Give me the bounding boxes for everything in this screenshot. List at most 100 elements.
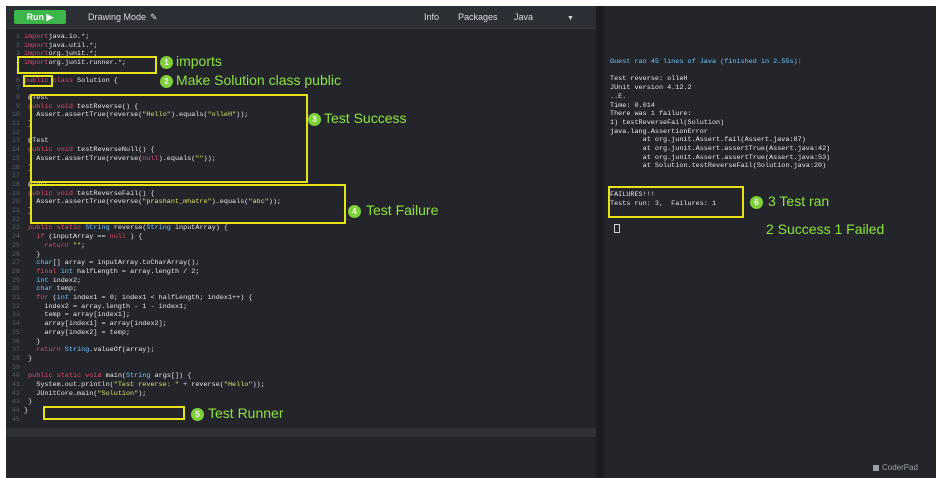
- drawing-mode-button[interactable]: Drawing Mode ✎: [88, 10, 158, 24]
- code-token: String: [60, 346, 90, 355]
- code-token: }: [24, 398, 33, 407]
- code-line[interactable]: }: [24, 251, 40, 259]
- code-line[interactable]: int index2;: [24, 277, 81, 285]
- code-token: Solution {: [72, 76, 118, 85]
- console-line: There was 1 failure:: [610, 110, 692, 119]
- code-token: index2 = array.length - 1 - index1;: [24, 302, 188, 311]
- code-line[interactable]: importjava.util.*;: [24, 42, 97, 50]
- code-line[interactable]: char[] array = inputArray.toCharArray();: [24, 259, 199, 267]
- line-number: 32: [11, 302, 20, 311]
- logo-icon: [872, 464, 879, 471]
- code-line[interactable]: array[index2] = temp;: [24, 329, 130, 337]
- line-number: 9: [15, 102, 20, 111]
- code-token: import: [24, 41, 49, 50]
- code-token: ));: [252, 381, 265, 389]
- code-line[interactable]: index2 = array.length - 1 - index1;: [24, 303, 187, 311]
- line-number: 37: [11, 346, 20, 355]
- language-select[interactable]: Java ▼: [514, 10, 574, 24]
- console-line: Guest ran 45 lines of Java (finished in …: [610, 58, 802, 66]
- line-number: 12: [11, 128, 20, 137]
- code-line[interactable]: return "";: [24, 242, 85, 250]
- line-number: 42: [11, 389, 20, 398]
- console-line: at org.junit.Assert.assertTrue(Assert.ja…: [610, 153, 831, 162]
- code-token: JUnitCore.main(: [24, 389, 98, 398]
- code-token: temp;: [52, 285, 78, 294]
- logo-text: CoderPad: [881, 463, 918, 472]
- code-line[interactable]: public static String reverse(String inpu…: [24, 224, 228, 232]
- code-line[interactable]: System.out.println("Test reverse: " + re…: [24, 381, 265, 389]
- annotation-badge-3: 3: [308, 113, 321, 126]
- code-line[interactable]: }: [24, 407, 28, 415]
- line-number: 26: [11, 250, 20, 259]
- annotation-box-public: [23, 75, 53, 87]
- line-number: 6: [15, 76, 20, 85]
- console-line: java.lang.AssertionError: [610, 127, 708, 136]
- code-line[interactable]: }: [24, 398, 32, 406]
- app-window: Run ▶ Drawing Mode ✎ Info Packages Java ▼ …: [6, 6, 936, 478]
- console-line: Time: 0.014: [610, 101, 655, 110]
- code-token: char: [24, 285, 53, 294]
- code-token: temp = array[index1];: [24, 311, 131, 320]
- code-line[interactable]: public static void main(String args[]) {: [24, 372, 191, 380]
- code-token: index2;: [48, 276, 82, 285]
- line-number: 11: [11, 120, 20, 128]
- line-number: 27: [11, 259, 20, 268]
- line-number: 39: [11, 363, 20, 372]
- code-line[interactable]: final int halfLength = array.length / 2;: [24, 268, 199, 276]
- run-button[interactable]: Run ▶: [14, 10, 66, 24]
- annotation-label-2: Make Solution class public: [176, 72, 341, 88]
- code-line[interactable]: JUnitCore.main("Solution");: [24, 390, 146, 398]
- line-number: 25: [11, 241, 20, 250]
- annotation-box-imports: [17, 56, 157, 74]
- code-line[interactable]: array[index1] = array[index2];: [24, 320, 166, 328]
- line-number: 8: [15, 93, 20, 102]
- line-number: 24: [11, 233, 20, 242]
- line-number: 43: [11, 398, 20, 407]
- line-number: 41: [11, 381, 20, 389]
- code-token: System.out.println(: [24, 381, 114, 389]
- console-line: at org.junit.Assert.fail(Assert.java:87): [610, 136, 806, 145]
- code-token: }: [24, 337, 41, 346]
- line-number: 2: [15, 41, 20, 50]
- line-number: 29: [11, 276, 20, 285]
- code-token: int: [56, 267, 73, 276]
- info-tab[interactable]: Info: [424, 10, 439, 24]
- packages-tab[interactable]: Packages: [458, 10, 498, 24]
- line-number: 15: [11, 154, 20, 163]
- code-line[interactable]: temp = array[index1];: [24, 311, 130, 319]
- line-number: 33: [11, 311, 20, 320]
- code-token: null: [109, 233, 126, 242]
- code-token: ;: [81, 241, 86, 250]
- code-token: args[]) {: [150, 372, 192, 381]
- line-number: 10: [11, 111, 20, 120]
- code-line[interactable]: }: [24, 355, 32, 363]
- line-number: 23: [11, 224, 20, 233]
- code-line[interactable]: return String.valueOf(array);: [24, 346, 154, 355]
- line-number: 40: [11, 372, 20, 381]
- line-number: 30: [11, 285, 20, 294]
- code-token: String: [126, 372, 151, 381]
- code-token: public: [24, 224, 53, 233]
- line-number: 31: [11, 294, 20, 302]
- line-number: 18: [11, 180, 20, 189]
- code-line[interactable]: for (int index1 = 0; index1 < halfLength…: [24, 294, 252, 302]
- code-line[interactable]: char temp;: [24, 285, 77, 293]
- line-number: 14: [11, 146, 20, 155]
- code-token: "Test reverse: ": [113, 381, 179, 389]
- code-line[interactable]: importjava.io.*;: [24, 33, 89, 41]
- code-token: void: [81, 372, 102, 381]
- annotation-badge-1: 1: [160, 56, 173, 69]
- line-number: 44: [11, 407, 20, 416]
- code-token: (: [48, 294, 57, 302]
- pane-divider[interactable]: [596, 6, 604, 478]
- line-number: 28: [11, 267, 20, 276]
- code-token: char: [24, 259, 53, 268]
- code-token: String: [146, 224, 171, 233]
- code-line[interactable]: if (inputArray == null ) {: [24, 233, 142, 241]
- chevron-down-icon: ▼: [567, 15, 574, 22]
- annotation-label-7: 2 Success 1 Failed: [766, 221, 885, 237]
- line-number: 20: [11, 198, 20, 207]
- annotation-label-5: Test Runner: [208, 405, 284, 421]
- code-token: );: [138, 389, 147, 398]
- code-line[interactable]: }: [24, 338, 40, 346]
